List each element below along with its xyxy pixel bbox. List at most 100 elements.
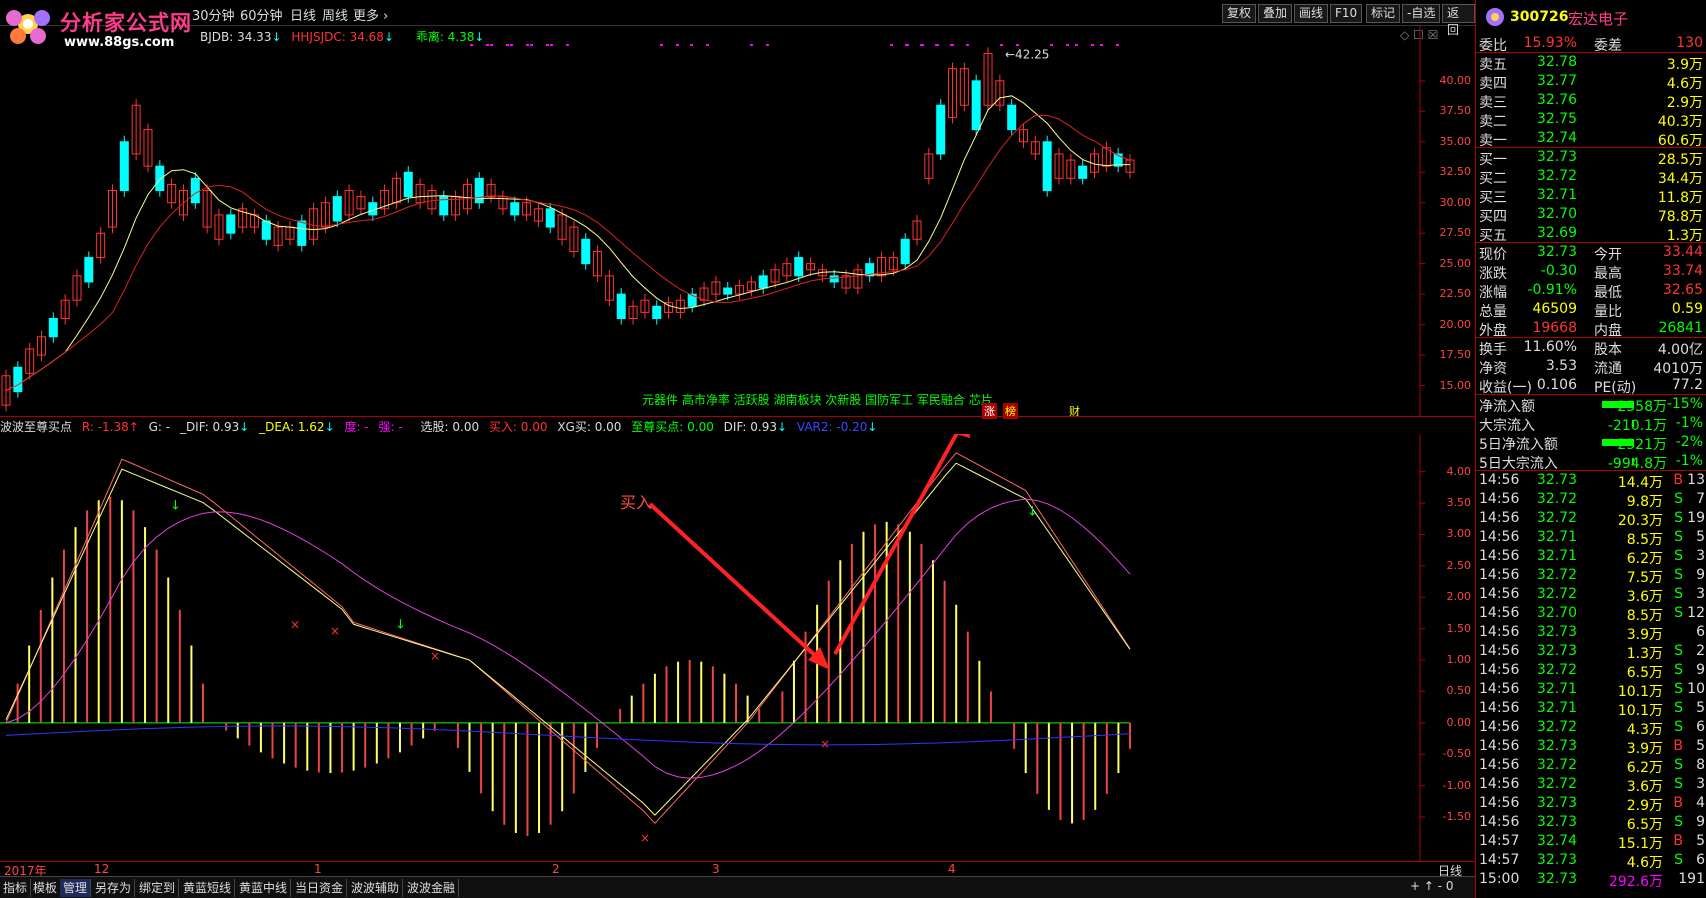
period-tab-60min[interactable]: 60分钟 [240, 5, 283, 24]
bid-price: 32.72 [1536, 168, 1577, 184]
tick-side: S [1674, 662, 1683, 678]
toolbar-overlay-button[interactable]: 叠加 [1258, 4, 1293, 23]
weicha-value: 130 [1676, 35, 1703, 51]
indicator-name[interactable]: 波波至尊买点 [0, 420, 72, 434]
tick-row[interactable]: 14:56 32.72 7.5万 S 9 [1476, 566, 1706, 586]
tab-template[interactable]: 模板 [30, 879, 62, 897]
zoom-controls[interactable]: + ↑ - 0 [1410, 879, 1454, 893]
signal-dot [470, 44, 473, 46]
stat-label: 量比 [1594, 304, 1622, 320]
tick-row[interactable]: 14:57 32.74 15.1万 B 5 [1476, 832, 1706, 852]
tick-time: 14:56 [1479, 491, 1520, 507]
tick-row[interactable]: 14:56 32.70 8.5万 S 12 [1476, 604, 1706, 624]
tab-bobo-finance[interactable]: 波波金融 [404, 879, 460, 897]
stat-value: 46509 [1532, 301, 1577, 317]
indicator-chart[interactable]: × × × × × ↓ ↓ ↓ [0, 434, 1475, 861]
toolbar-fuquan-button[interactable]: 复权 [1222, 4, 1257, 23]
tab-save-as[interactable]: 另存为 [92, 879, 136, 897]
tick-row[interactable]: 14:56 32.72 20.3万 S 19 [1476, 509, 1706, 529]
stat-row[interactable]: 换手 11.60% 股本 4.00亿 [1476, 338, 1706, 358]
bid-row[interactable]: 买五 32.69 1.3万 [1476, 224, 1706, 244]
bid-row[interactable]: 买四 32.70 78.8万 [1476, 205, 1706, 225]
tick-row[interactable]: 14:56 32.73 14.4万 B 13 [1476, 471, 1706, 491]
tick-row[interactable]: 14:56 32.71 10.1万 S 5 [1476, 699, 1706, 719]
toolbar-f10-button[interactable]: F10 [1330, 4, 1363, 23]
tick-row[interactable]: 14:56 32.72 9.8万 S 7 [1476, 490, 1706, 510]
tick-row[interactable]: 14:57 32.73 4.6万 S 6 [1476, 851, 1706, 871]
tick-row[interactable]: 14:56 32.72 6.2万 S 8 [1476, 756, 1706, 776]
signal-dot [750, 44, 753, 46]
toolbar-back-button[interactable]: 返回 [1442, 4, 1475, 37]
tick-count: 6 [1696, 852, 1705, 868]
tick-row[interactable]: 14:56 32.73 6.5万 S 9 [1476, 813, 1706, 833]
bid-row[interactable]: 买一 32.73 28.5万 [1476, 148, 1706, 168]
tick-side: S [1674, 567, 1683, 583]
ask-row[interactable]: 卖三 32.76 2.9万 [1476, 91, 1706, 111]
tick-row[interactable]: 14:56 32.71 8.5万 S 5 [1476, 528, 1706, 548]
tick-price: 32.73 [1536, 852, 1577, 868]
tab-daily-funds[interactable]: 当日资金 [292, 879, 348, 897]
tick-row[interactable]: 14:56 32.73 2.9万 B 4 [1476, 794, 1706, 814]
ask-row[interactable]: 卖二 32.75 40.3万 [1476, 110, 1706, 130]
tick-row[interactable]: 14:56 32.71 10.1万 S 10 [1476, 680, 1706, 700]
ask-row[interactable]: 卖五 32.78 3.9万 [1476, 53, 1706, 73]
tick-row[interactable]: 14:56 32.73 1.3万 S 2 [1476, 642, 1706, 662]
stat-value: 4.00亿 [1657, 342, 1703, 358]
stat-value: 0.106 [1536, 377, 1577, 393]
bid-label: 买二 [1479, 171, 1507, 187]
stat-row[interactable]: 总量 46509 量比 0.59 [1476, 300, 1706, 320]
price-chart[interactable]: ←42.25←13.39 [0, 26, 1475, 416]
stat-row[interactable]: 涨跌 -0.30 最高 33.74 [1476, 262, 1706, 282]
stat-row[interactable]: 外盘 19668 内盘 26841 [1476, 319, 1706, 339]
stat-value: 33.44 [1662, 244, 1703, 260]
bid-row[interactable]: 买二 32.72 34.4万 [1476, 167, 1706, 187]
stat-row[interactable]: 净资 3.53 流通 4010万 [1476, 357, 1706, 377]
toolbar-mark-button[interactable]: 标记 [1366, 4, 1401, 23]
indicator-axis-tick: 1.00 [1446, 653, 1472, 667]
flow-row[interactable]: 5日净流入额 -2321万 -2% [1476, 433, 1706, 453]
tab-bobo-assist[interactable]: 波波辅助 [348, 879, 404, 897]
bid-volume: 78.8万 [1657, 209, 1703, 225]
candle-body [510, 202, 520, 216]
ask-row[interactable]: 卖一 32.74 60.6万 [1476, 129, 1706, 149]
tab-indicator[interactable]: 指标 [0, 879, 32, 897]
period-tab-daily[interactable]: 日线 [290, 5, 316, 24]
tick-side: S [1674, 757, 1683, 773]
signal-dot [660, 44, 663, 46]
tick-time: 14:57 [1479, 833, 1520, 849]
toolbar-draw-button[interactable]: 画线 [1294, 4, 1329, 23]
period-tab-more[interactable]: 更多 › [353, 5, 388, 24]
stat-row[interactable]: 收益(一) 0.106 PE(动) 77.2 [1476, 376, 1706, 396]
tab-yellow-blue-short[interactable]: 黄蓝短线 [180, 879, 236, 897]
tick-price: 32.73 [1536, 738, 1577, 754]
tick-row[interactable]: 14:56 32.73 3.9万 6 [1476, 623, 1706, 643]
flow-pct: -1% [1675, 453, 1703, 469]
tab-manage[interactable]: 管理 [60, 879, 92, 897]
tick-volume: 7.5万 [1626, 570, 1663, 586]
tick-row[interactable]: 14:56 32.72 3.6万 S 3 [1476, 775, 1706, 795]
ask-row[interactable]: 卖四 32.77 4.6万 [1476, 72, 1706, 92]
tab-bind-to[interactable]: 绑定到 [136, 879, 180, 897]
stat-row[interactable]: 现价 32.73 今开 33.44 [1476, 243, 1706, 263]
tick-price: 32.72 [1536, 586, 1577, 602]
toolbar-watchlist-button[interactable]: -自选 [1402, 4, 1441, 23]
tick-row[interactable]: 14:56 32.71 6.2万 S 3 [1476, 547, 1706, 567]
flow-row[interactable]: 净流入额 -2358万 -15% [1476, 395, 1706, 415]
stat-row[interactable]: 涨幅 -0.91% 最低 32.65 [1476, 281, 1706, 301]
weibi-row[interactable]: 委比 15.93% 委差 130 [1476, 34, 1706, 54]
flow-row[interactable]: 5日大宗流入 -994.8万 -1% [1476, 452, 1706, 472]
tick-row[interactable]: 15:00 32.73 292.6万 191 [1476, 870, 1706, 890]
panel-divider [0, 416, 1475, 417]
tick-row[interactable]: 14:56 32.72 6.5万 S 9 [1476, 661, 1706, 681]
period-tab-weekly[interactable]: 周线 [322, 5, 348, 24]
tick-row[interactable]: 14:56 32.72 3.6万 S 3 [1476, 585, 1706, 605]
indicator-axis-tick: 3.00 [1446, 527, 1472, 541]
tab-yellow-blue-mid[interactable]: 黄蓝中线 [236, 879, 292, 897]
tick-row[interactable]: 14:56 32.72 4.3万 S 6 [1476, 718, 1706, 738]
tick-row[interactable]: 14:56 32.73 3.9万 B 5 [1476, 737, 1706, 757]
signal-dot [490, 44, 493, 46]
flow-row[interactable]: 大宗流入 -210.1万 -1% [1476, 414, 1706, 434]
quote-panel: 300726 宏达电子 委比 15.93% 委差 130 卖五 32.78 3.9万 卖四 32… [1475, 0, 1706, 898]
bid-row[interactable]: 买三 32.71 11.8万 [1476, 186, 1706, 206]
stock-code: 300726 [1510, 9, 1569, 25]
